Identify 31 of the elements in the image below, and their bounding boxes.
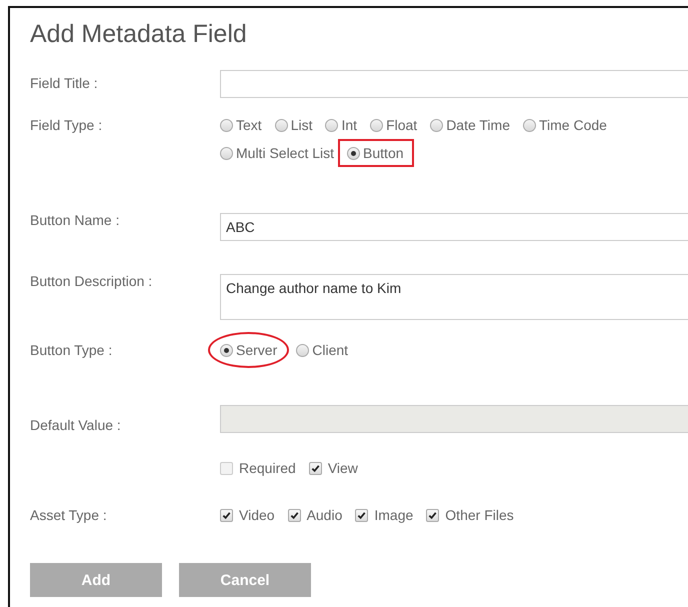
checkbox-option[interactable]: Image: [355, 505, 414, 525]
radio-option[interactable]: List: [274, 115, 312, 135]
radio-option[interactable]: Client: [296, 340, 348, 360]
check-icon: [290, 510, 299, 520]
highlighted-option[interactable]: Server: [208, 332, 290, 368]
dialog-title: Add Metadata Field: [30, 20, 248, 50]
checkbox-option[interactable]: View: [308, 458, 358, 478]
check-icon: [357, 510, 366, 520]
radio-option[interactable]: Float: [370, 115, 418, 135]
checkbox-option[interactable]: Audio: [288, 505, 342, 525]
input-field[interactable]: [220, 70, 688, 98]
text-area[interactable]: Change author name to Kim: [220, 274, 688, 320]
field-label: Button Name :: [30, 211, 120, 230]
check-icon: [222, 510, 231, 520]
highlighted-option[interactable]: Button: [338, 139, 414, 167]
checkbox-option[interactable]: Video: [220, 505, 275, 525]
radio-option[interactable]: Int: [325, 115, 358, 135]
check-icon: [310, 464, 320, 472]
radio-option[interactable]: Text: [220, 115, 262, 135]
check-icon: [428, 510, 438, 520]
field-label: Button Description :: [30, 272, 154, 291]
field-label: Default Value :: [30, 416, 122, 435]
field-label: Button Type :: [30, 341, 114, 360]
field-label: Field Type :: [30, 116, 104, 135]
radio-option[interactable]: Time Code: [523, 115, 607, 135]
field-label: Asset Type :: [30, 506, 108, 525]
radio-option[interactable]: Date Time: [430, 115, 510, 135]
checkbox-option[interactable]: Other Files: [426, 505, 514, 525]
field-label: Field Title :: [30, 74, 99, 92]
radio-option[interactable]: Multi Select List: [220, 143, 334, 163]
input-field[interactable]: ABC: [220, 213, 688, 241]
